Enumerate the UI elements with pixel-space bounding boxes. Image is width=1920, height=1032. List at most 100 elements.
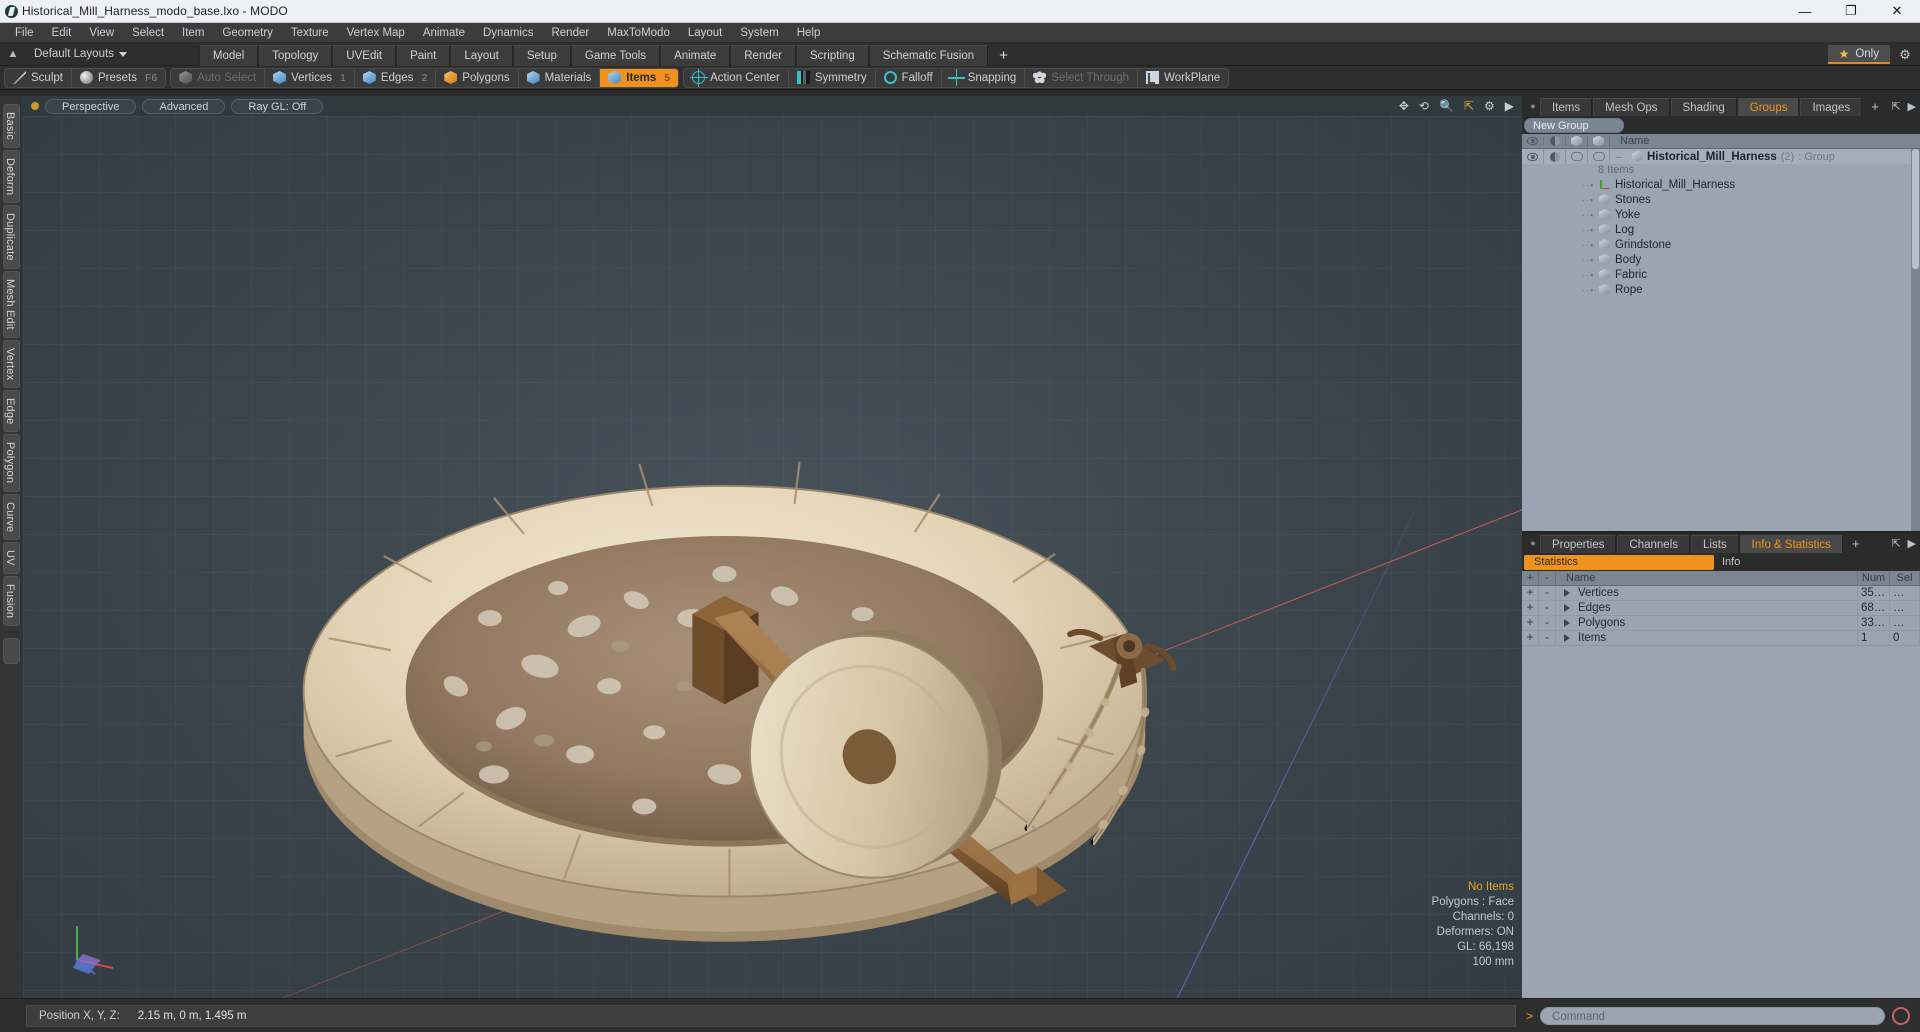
sculpt-button[interactable]: Sculpt [5,68,72,87]
command-input[interactable]: Command [1540,1006,1885,1025]
list-item[interactable]: ··▪ Body [1522,252,1920,267]
list-item[interactable]: ··▪ Stones [1522,192,1920,207]
zoom-icon[interactable]: 🔍 [1439,99,1454,113]
tab-shading[interactable]: Shading [1670,98,1737,116]
tool-tab-basic[interactable]: Basic [3,104,20,148]
tab-paint[interactable]: Paint [396,44,451,66]
menu-view[interactable]: View [80,23,123,43]
table-row[interactable]: + - Polygons 33… … [1522,615,1920,631]
tab-topology[interactable]: Topology [258,44,333,66]
tool-tab-deform[interactable]: Deform [3,149,20,204]
expand-panel-icon[interactable]: ⇱ [1891,537,1900,550]
menu-texture[interactable]: Texture [282,23,338,43]
tab-render[interactable]: Render [730,44,796,66]
list-item[interactable]: ··▪ Yoke [1522,207,1920,222]
table-row[interactable]: + - Edges 68… … [1522,600,1920,616]
tab-properties[interactable]: Properties [1540,535,1617,553]
add-panel-tab-button[interactable]: + [1844,535,1868,553]
list-item[interactable]: ··▪ Grindstone [1522,237,1920,252]
statistics-segment-button[interactable]: Statistics [1524,555,1714,570]
panel-more-icon[interactable]: ▶ [1908,100,1916,113]
menu-animate[interactable]: Animate [414,23,474,43]
tab-setup[interactable]: Setup [512,44,571,66]
tool-rail-extra-button[interactable] [3,637,20,664]
tab-mesh-ops[interactable]: Mesh Ops [1593,98,1670,116]
tab-uvedit[interactable]: UVEdit [332,44,397,66]
panel-menu-dot-icon[interactable]: ● [1526,96,1540,116]
tool-tab-polygon[interactable]: Polygon [3,434,20,492]
action-center-button[interactable]: Action Center [684,68,789,87]
tab-lists[interactable]: Lists [1691,535,1739,553]
tab-layout[interactable]: Layout [450,44,513,66]
group-visibility-toggle[interactable] [1522,149,1544,164]
axis-orientation-gizmo[interactable] [61,916,121,976]
list-item[interactable]: ··▪ Fabric [1522,267,1920,282]
tool-tab-fusion[interactable]: Fusion [3,575,20,626]
tab-info-statistics[interactable]: Info & Statistics [1739,535,1843,553]
menu-help[interactable]: Help [788,23,830,43]
expand-triangle-icon[interactable] [1564,589,1570,597]
close-button[interactable]: ✕ [1874,0,1920,23]
group-expand-icon[interactable]: ─ [1616,152,1628,162]
vertices-button[interactable]: Vertices 1 [265,68,355,87]
tool-tab-uv[interactable]: UV [3,541,20,574]
falloff-button[interactable]: Falloff [876,68,942,87]
tab-model[interactable]: Model [198,44,259,66]
maximize-button[interactable]: ❐ [1828,0,1874,23]
fit-icon[interactable]: ⇱ [1464,99,1474,113]
edges-button[interactable]: Edges 2 [355,68,437,87]
menu-edit[interactable]: Edit [43,23,81,43]
materials-button[interactable]: Materials [519,68,601,87]
tab-game-tools[interactable]: Game Tools [570,44,661,66]
stat-remove-button[interactable]: - [1539,585,1556,601]
tool-tab-duplicate[interactable]: Duplicate [3,205,20,269]
tab-groups[interactable]: Groups [1737,98,1800,116]
group-render-toggle[interactable] [1566,149,1588,164]
panel-menu-dot-icon[interactable]: ● [1526,533,1540,553]
tool-tab-edge[interactable]: Edge [3,389,20,433]
expand-triangle-icon[interactable] [1564,634,1570,642]
only-toggle-button[interactable]: ★ Only [1827,45,1890,64]
list-item[interactable]: ··▪ Rope [1522,282,1920,297]
menu-maxtomodo[interactable]: MaxToModo [598,23,679,43]
record-macro-button[interactable] [1892,1006,1910,1025]
default-layouts-dropdown[interactable]: Default Layouts [26,48,135,60]
tool-tab-vertex[interactable]: Vertex [3,339,20,388]
viewport-more-icon[interactable]: ▶ [1505,99,1514,113]
group-shading-toggle[interactable] [1544,149,1566,164]
table-row[interactable]: + - Items 1 0 [1522,630,1920,646]
menu-select[interactable]: Select [123,23,173,43]
info-segment-button[interactable]: Info [1714,555,1918,570]
menu-dynamics[interactable]: Dynamics [474,23,542,43]
menu-geometry[interactable]: Geometry [213,23,282,43]
expand-triangle-icon[interactable] [1564,604,1570,612]
list-item[interactable]: ··▪ Log [1522,222,1920,237]
pan-icon[interactable]: ✥ [1399,99,1409,113]
stat-remove-button[interactable]: - [1539,615,1556,631]
select-through-button[interactable]: Select Through [1025,68,1139,87]
tab-scripting[interactable]: Scripting [795,44,869,66]
snapping-button[interactable]: Snapping [942,68,1026,87]
group-row[interactable]: ─ Historical_Mill_Harness (2) : Group [1522,149,1920,164]
stat-add-button[interactable]: + [1522,615,1539,631]
items-button[interactable]: Items 5 [600,68,679,87]
group-tree-scrollbar[interactable] [1911,149,1920,531]
expand-panel-icon[interactable]: ⇱ [1891,100,1900,113]
tab-schematic-fusion[interactable]: Schematic Fusion [868,44,989,66]
view-mode-button[interactable]: Perspective [45,98,137,114]
home-icon[interactable]: ▲ [0,48,26,60]
menu-render[interactable]: Render [542,23,598,43]
3d-viewport[interactable]: No Items Polygons : Face Channels: 0 Def… [23,116,1522,998]
group-tree-body[interactable]: ─ Historical_Mill_Harness (2) : Group 8 … [1522,149,1920,531]
auto-select-button[interactable]: Auto Select [171,68,266,87]
expand-triangle-icon[interactable] [1564,619,1570,627]
add-layout-tab-button[interactable]: + [988,45,1019,66]
stat-remove-button[interactable]: - [1539,600,1556,616]
tab-items[interactable]: Items [1540,98,1593,116]
tab-animate[interactable]: Animate [660,44,731,66]
viewport-menu-dot-icon[interactable] [31,102,39,110]
tool-tab-curve[interactable]: Curve [3,493,20,540]
minimize-button[interactable]: — [1782,0,1828,23]
polygons-button[interactable]: Polygons [436,68,519,87]
symmetry-button[interactable]: Symmetry [789,68,876,87]
